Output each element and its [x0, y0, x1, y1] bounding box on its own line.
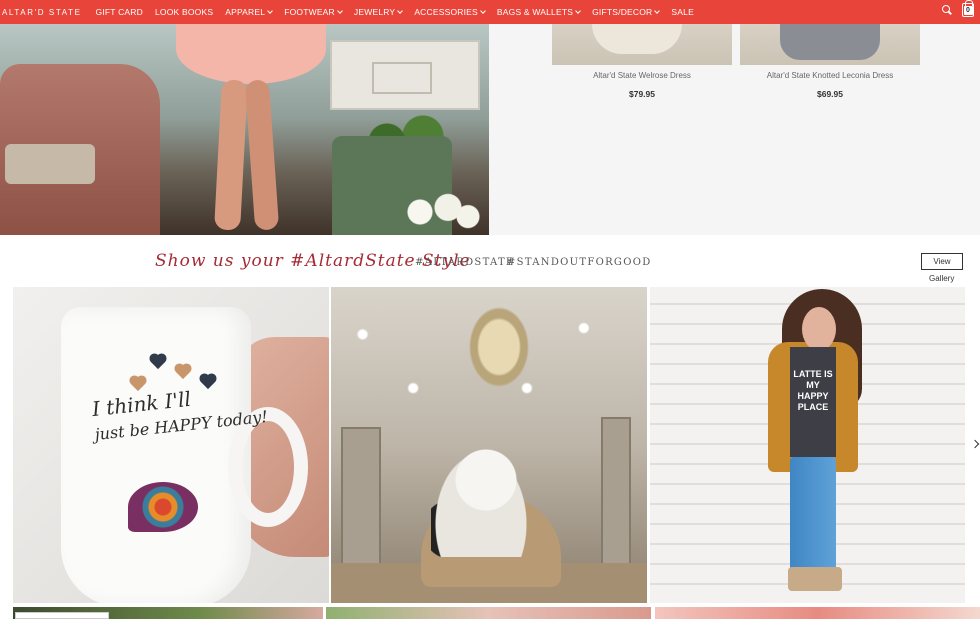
nav-item-accessories[interactable]: ACCESSORIES [414, 7, 486, 17]
hero-sofa [0, 64, 160, 235]
gallery-photo-partial[interactable] [655, 607, 980, 619]
nav-item-jewelry[interactable]: JEWELRY [353, 7, 404, 17]
hashtag[interactable]: #STANDOUTFORGOOD [507, 257, 652, 268]
gallery-photo-store-dog[interactable] [331, 287, 647, 603]
product-card[interactable]: Altar'd State Welrose Dress $79.95 [552, 24, 732, 99]
gallery-photo-model[interactable]: LATTE IS MY HAPPY PLACE [650, 287, 965, 603]
product-image[interactable] [552, 24, 732, 65]
hero-leg [214, 79, 248, 231]
hero-table [330, 40, 480, 110]
photo-chandelier [469, 307, 529, 387]
photo-mug [61, 307, 251, 603]
nav-item-label: GIFTS/DECOR [592, 7, 653, 17]
product-card[interactable]: Altar'd State Knotted Leconia Dress $69.… [740, 24, 920, 99]
nav-menu: GIFT CARD LOOK BOOKS APPAREL FOOTWEAR JEWELR… [96, 7, 706, 17]
chevron-down-icon [654, 7, 661, 14]
gallery-link[interactable]: Gallery [929, 274, 954, 283]
photo-door [341, 427, 381, 577]
product-name[interactable]: Altar'd State Knotted Leconia Dress [740, 71, 920, 80]
gallery-photo-mug[interactable]: I think I'll just be HAPPY today! [13, 287, 329, 603]
chevron-down-icon [397, 7, 404, 14]
hero-flowers [400, 189, 480, 235]
product-image[interactable] [740, 24, 920, 65]
nav-item-label: APPAREL [225, 7, 266, 17]
product-price: $69.95 [817, 89, 843, 99]
nav-item-sale[interactable]: SALE [671, 7, 694, 17]
overlay-input[interactable] [15, 612, 109, 619]
chevron-down-icon [267, 7, 274, 14]
nav-item-apparel[interactable]: APPAREL [225, 7, 274, 17]
photo-paisley-elephant [128, 482, 198, 532]
chevron-down-icon [480, 7, 486, 14]
hashtag[interactable]: #ALTARDSTATE [415, 257, 515, 268]
hero-leg [244, 79, 280, 231]
nav-utilities: 0 [940, 0, 974, 17]
photo-jeans [790, 457, 836, 577]
nav-item-footwear[interactable]: FOOTWEAR [284, 7, 343, 17]
search-icon[interactable] [940, 3, 954, 17]
nav-item-gift-card[interactable]: GIFT CARD [96, 7, 143, 17]
product-grid: Altar'd State Welrose Dress $79.95 Altar… [489, 24, 980, 235]
nav-item-look-books[interactable]: LOOK BOOKS [155, 7, 213, 17]
photo-door [601, 417, 631, 577]
photo-dog [431, 447, 531, 557]
nav-item-label: JEWELRY [353, 7, 396, 17]
view-gallery-button[interactable]: View [921, 253, 963, 270]
top-nav-bar: ALTAR'D STATE GIFT CARD LOOK BOOKS APPAREL… [0, 0, 980, 24]
gallery-next-arrow-icon[interactable] [970, 439, 980, 449]
hero-image[interactable] [0, 24, 489, 235]
cart-count-badge: 0 [963, 6, 973, 15]
nav-item-gifts-decor[interactable]: GIFTS/DECOR [592, 7, 661, 17]
nav-item-label: BAGS & WALLETS [496, 7, 574, 17]
nav-item-label: ACCESSORIES [414, 7, 478, 17]
photo-boots [788, 567, 842, 591]
product-name[interactable]: Altar'd State Welrose Dress [552, 71, 732, 80]
nav-item-bags-wallets[interactable]: BAGS & WALLETS [496, 7, 581, 17]
photo-tee: LATTE IS MY HAPPY PLACE [790, 347, 836, 457]
hero-dress [176, 24, 326, 84]
gallery-photo-partial[interactable] [326, 607, 651, 619]
nav-item-label: GIFT CARD [95, 7, 143, 17]
product-price: $79.95 [629, 89, 655, 99]
shopping-bag-icon[interactable]: 0 [962, 0, 974, 17]
brand-logo[interactable]: ALTAR'D STATE [2, 8, 82, 17]
chevron-down-icon [337, 7, 343, 14]
photo-face [802, 307, 836, 351]
chevron-down-icon [575, 7, 581, 14]
nav-item-label: FOOTWEAR [284, 7, 335, 17]
nav-item-label: LOOK BOOKS [154, 7, 214, 17]
nav-item-label: SALE [671, 7, 694, 17]
